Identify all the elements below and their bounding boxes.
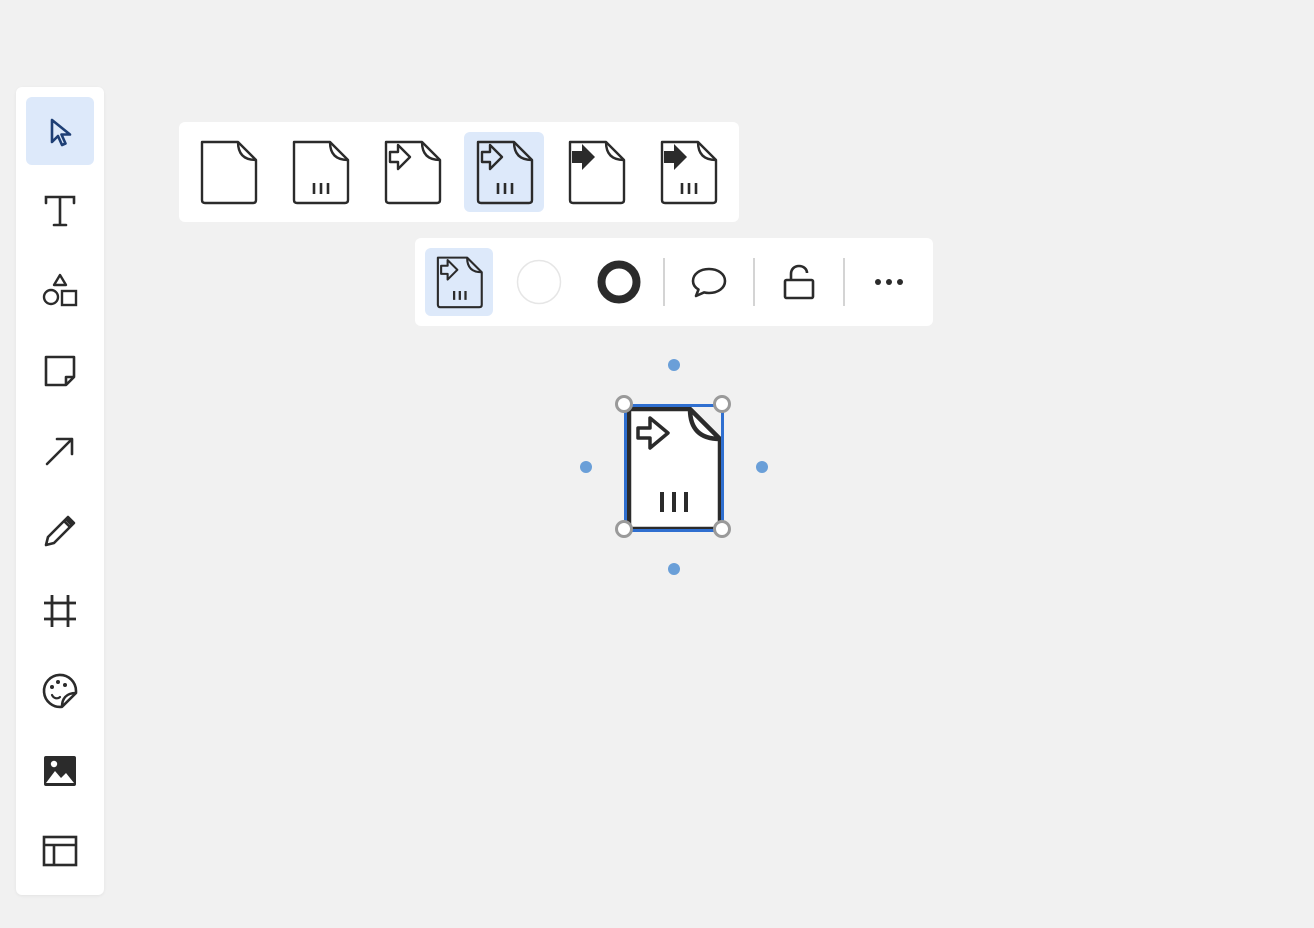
resize-handle-bottom-left[interactable] [615, 520, 633, 538]
sticky-note-icon [44, 355, 76, 387]
image-tool-button[interactable] [26, 737, 94, 805]
document-arrow-filled-icon [568, 140, 626, 205]
fill-color-button[interactable] [505, 248, 573, 316]
resize-handle-bottom-right[interactable] [713, 520, 731, 538]
pen-tool-button[interactable] [26, 497, 94, 565]
toolbar-divider [843, 258, 845, 306]
select-tool-button[interactable] [26, 97, 94, 165]
shape-variants-popup [179, 122, 739, 222]
document-bars-icon [292, 140, 350, 205]
document-arrow-outline-bars-icon [436, 256, 483, 309]
pointer-arrow-icon [50, 118, 72, 147]
speech-bubble-icon [691, 267, 727, 298]
connector-point-right[interactable] [756, 461, 768, 473]
stroke-color-button[interactable] [585, 248, 653, 316]
connector-point-top[interactable] [668, 359, 680, 371]
sticker-tool-button[interactable] [26, 657, 94, 725]
sticky-note-tool-button[interactable] [26, 337, 94, 405]
shapes-icon [42, 273, 78, 307]
connector-point-bottom[interactable] [668, 563, 680, 575]
template-tool-button[interactable] [26, 817, 94, 885]
lock-button[interactable] [765, 248, 833, 316]
frame-hash-icon [44, 595, 76, 627]
document-arrow-outline-icon [384, 140, 442, 205]
variant-document-with-bars[interactable] [280, 132, 360, 212]
pencil-icon [44, 515, 76, 547]
selected-shape[interactable] [580, 359, 768, 575]
variant-document-with-arrow-filled[interactable] [556, 132, 636, 212]
connector-tool-button[interactable] [26, 417, 94, 485]
document-icon [200, 140, 258, 205]
layout-template-icon [42, 835, 78, 867]
shapes-tool-button[interactable] [26, 257, 94, 325]
toolbar-divider [663, 258, 665, 306]
ellipsis-icon [875, 279, 903, 285]
variant-document-with-arrow-outline-and-bars[interactable] [464, 132, 544, 212]
resize-handle-top-right[interactable] [713, 395, 731, 413]
frame-tool-button[interactable] [26, 577, 94, 645]
document-arrow-filled-bars-icon [660, 140, 718, 205]
comment-button[interactable] [675, 248, 743, 316]
text-tool-button[interactable] [26, 177, 94, 245]
resize-handle-top-left[interactable] [615, 395, 633, 413]
image-icon [44, 756, 76, 786]
variant-document-plain[interactable] [188, 132, 268, 212]
sticker-face-icon [42, 673, 78, 709]
context-toolbar [415, 238, 933, 326]
variant-document-with-arrow-outline[interactable] [372, 132, 452, 212]
variant-document-with-arrow-filled-and-bars[interactable] [648, 132, 728, 212]
text-t-icon [44, 195, 76, 227]
diagonal-arrow-icon [45, 437, 74, 466]
document-arrow-outline-bars-icon [476, 140, 534, 205]
fill-swatch-icon [516, 259, 562, 305]
connector-point-left[interactable] [580, 461, 592, 473]
selection-bounding-box [624, 404, 724, 532]
toolbar-divider [753, 258, 755, 306]
stroke-ring-icon [597, 260, 641, 304]
unlock-icon [783, 264, 815, 300]
shape-type-button[interactable] [425, 248, 493, 316]
left-toolbar [16, 87, 104, 895]
more-options-button[interactable] [855, 248, 923, 316]
